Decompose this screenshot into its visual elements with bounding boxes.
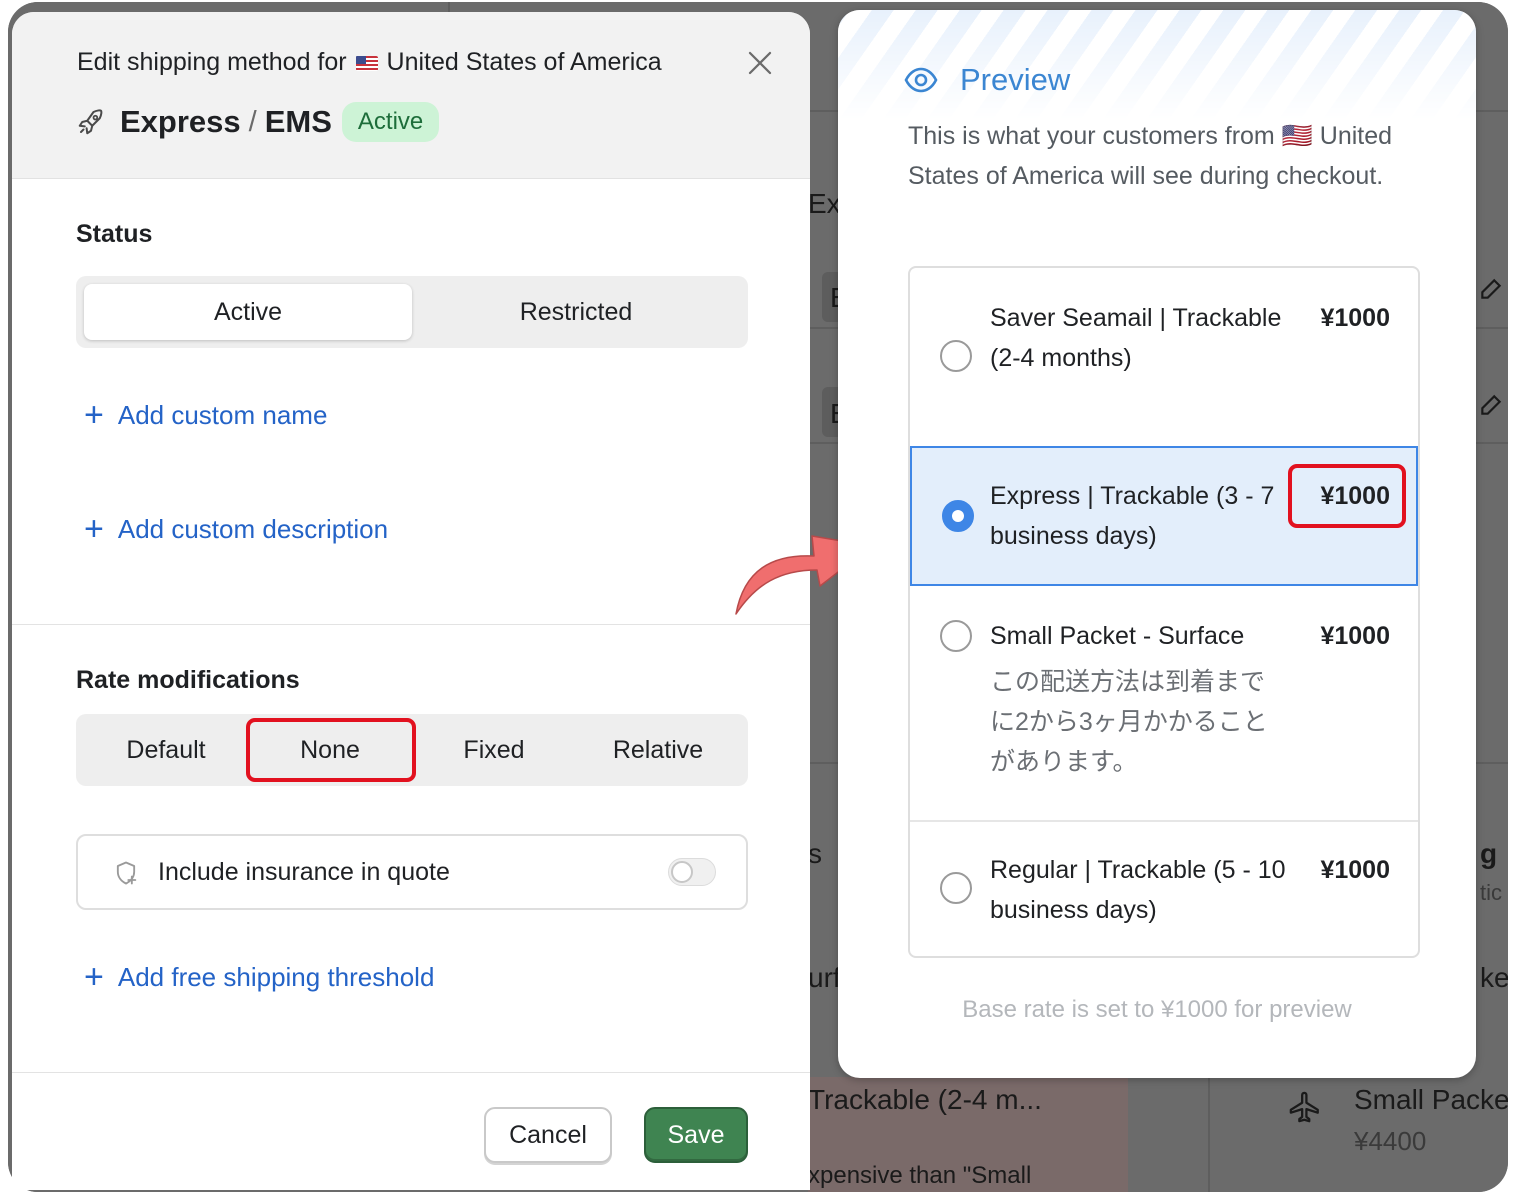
eye-icon [904,67,938,93]
rate-option-fixed[interactable]: Fixed [412,722,576,778]
insurance-label: Include insurance in quote [158,858,450,886]
option-price: ¥1000 [1320,304,1390,332]
airplane-icon [1289,1091,1319,1123]
shipping-option[interactable]: Small Packet - Surface ¥1000 この配送方法は到着まで… [910,586,1418,820]
add-custom-name-link[interactable]: + Add custom name [84,398,327,432]
shipping-options-list: Saver Seamail | Trackable (2-4 months) ¥… [908,266,1420,958]
highlight-none-box [246,718,416,782]
insurance-toggle[interactable] [668,858,716,886]
option-name: Saver Seamail | Trackable (2-4 months) [990,304,1282,372]
plus-icon: + [84,958,104,996]
add-free-shipping-label: Add free shipping threshold [117,961,435,992]
bg-fragment-ke: ke [1480,962,1508,993]
method-carrier: Express [120,104,241,139]
shipping-option[interactable]: Saver Seamail | Trackable (2-4 months) ¥… [910,268,1418,446]
preview-header: Preview [904,62,1070,98]
bg-fragment-price: ¥4400 [1354,1126,1427,1156]
preview-panel: Preview This is what your customers from… [838,10,1476,1078]
method-heading: Express / EMS Active [76,102,440,142]
edit-icon [1481,394,1502,415]
cancel-button[interactable]: Cancel [484,1107,612,1163]
edit-shipping-modal: Edit shipping method for United States o… [12,12,810,1190]
modal-header: Edit shipping method for United States o… [12,12,810,179]
status-option-active[interactable]: Active [84,284,412,340]
add-custom-name-label: Add custom name [117,399,328,430]
modal-title-prefix: Edit shipping method for [77,48,347,76]
status-option-restricted[interactable]: Restricted [412,284,740,340]
status-segmented-control: Active Restricted [76,276,748,348]
preview-title: Preview [960,62,1071,97]
rate-modifications-label: Rate modifications [76,666,300,694]
bg-fragment-tic: tic [1480,880,1502,905]
radio-button[interactable] [940,340,972,372]
method-service: EMS [264,104,332,139]
option-name: Express | Trackable (3 - 7 business days… [990,482,1275,550]
preview-footer-note: Base rate is set to ¥1000 for preview [962,996,1352,1023]
option-name: Regular | Trackable (5 - 10 business day… [990,856,1286,924]
shield-plus-icon [116,861,137,885]
save-button[interactable]: Save [644,1107,748,1163]
rate-option-default[interactable]: Default [84,722,248,778]
status-badge: Active [341,102,440,142]
add-custom-description-link[interactable]: + Add custom description [84,512,388,546]
plus-icon: + [84,396,104,434]
radio-button[interactable] [940,620,972,652]
preview-description: This is what your customers from 🇺🇸 Unit… [908,122,1393,190]
method-separator: / [248,105,257,138]
rate-option-relative[interactable]: Relative [576,722,740,778]
toggle-knob [671,861,693,883]
close-icon[interactable] [745,48,775,78]
us-flag-icon [355,56,378,71]
bg-fragment-g: g [1480,838,1498,869]
bg-fragment-small-packet: Small Packe [1354,1084,1508,1115]
edit-icon [1481,278,1502,299]
option-name: Small Packet - Surface [990,622,1245,650]
rocket-icon [78,109,103,135]
insurance-card: Include insurance in quote [76,834,748,910]
radio-button[interactable] [940,872,972,904]
option-price: ¥1000 [1320,622,1390,650]
status-label: Status [76,220,153,248]
bg-fragment-urf: urf [808,962,841,993]
section-divider [12,624,810,625]
modal-title-country: United States of America [386,48,662,76]
radio-button-selected[interactable] [942,500,974,532]
option-price: ¥1000 [1320,856,1390,884]
modal-title: Edit shipping method for United States o… [77,48,662,77]
bg-fragment-s: s [808,838,822,869]
bg-fragment-expensive: xpensive than "Small [808,1162,1032,1189]
shipping-option[interactable]: Regular | Trackable (5 - 10 business day… [910,822,1418,956]
plus-icon: + [84,510,104,548]
add-custom-description-label: Add custom description [117,513,389,544]
add-free-shipping-link[interactable]: + Add free shipping threshold [84,960,434,994]
option-note: この配送方法は到着までに2から3ヶ月かかることがあります。 [990,668,1268,776]
bg-fragment-trackable: Trackable (2-4 m... [808,1084,1042,1115]
footer-divider [12,1072,810,1073]
highlight-price-box [1288,464,1406,528]
